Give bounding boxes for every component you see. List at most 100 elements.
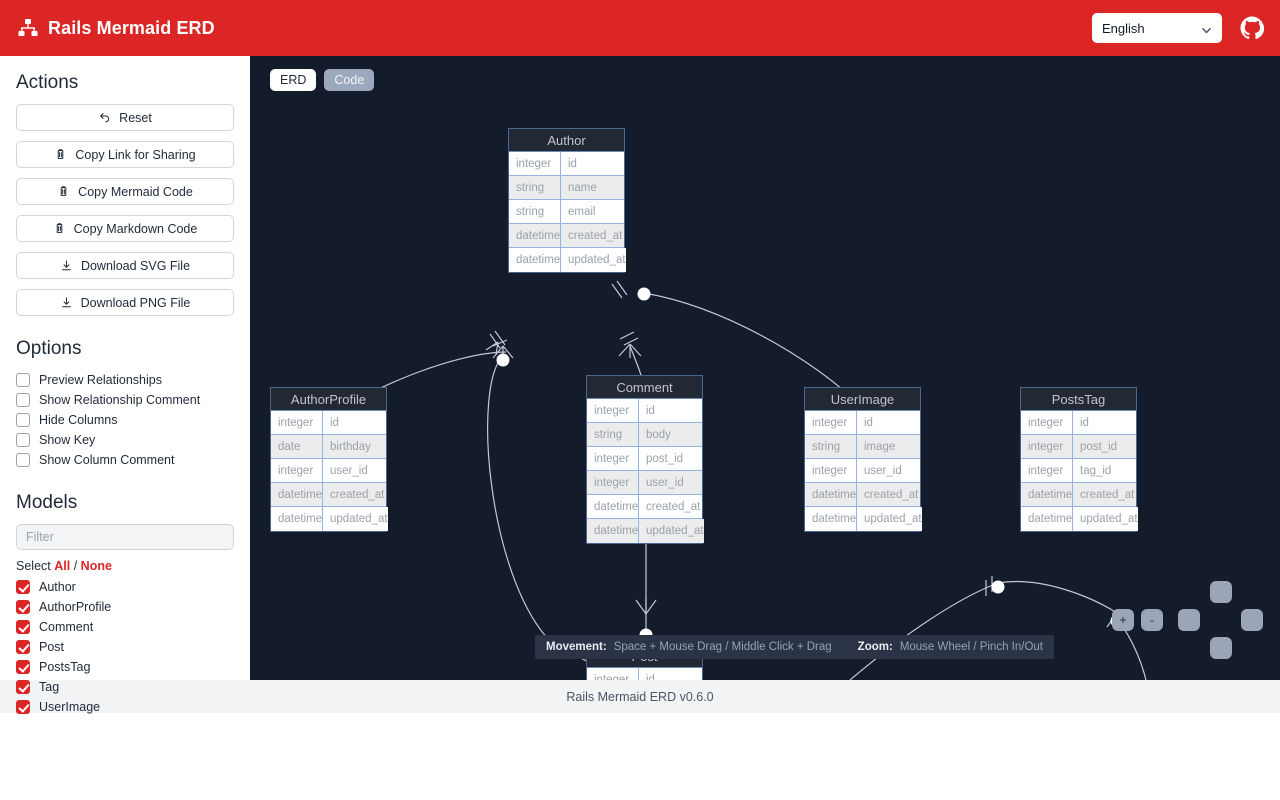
entity-column-row: integer post_id: [587, 447, 702, 471]
column-name: post_id: [639, 447, 702, 471]
model-checkbox[interactable]: [16, 640, 30, 654]
column-type: integer: [271, 411, 323, 435]
column-type: integer: [587, 668, 639, 680]
option-checkbox[interactable]: [16, 393, 30, 407]
entity-title: PostsTag: [1021, 388, 1136, 411]
entity-table-author[interactable]: Author integer id string name string email date…: [508, 128, 626, 273]
model-label: Post: [39, 640, 65, 654]
clipboard-icon: [54, 148, 67, 161]
column-type: string: [509, 176, 561, 200]
select-none-link[interactable]: None: [81, 559, 112, 573]
column-name: body: [639, 423, 702, 447]
column-name: user_id: [639, 471, 702, 495]
column-name: updated_at: [561, 248, 626, 272]
model-checkbox[interactable]: [16, 680, 30, 694]
model-row-tag[interactable]: Tag: [16, 677, 234, 697]
column-name: updated_at: [639, 519, 704, 543]
entity-column-row: datetime updated_at: [587, 519, 704, 543]
entity-column-row: string name: [509, 176, 624, 200]
zoom-in-button[interactable]: +: [1112, 609, 1134, 631]
app-header: Rails Mermaid ERD English: [0, 0, 1280, 56]
download-icon: [60, 296, 73, 309]
select-all-link[interactable]: All: [54, 559, 70, 573]
column-type: string: [587, 423, 639, 447]
model-row-author[interactable]: Author: [16, 577, 234, 597]
model-row-userimage[interactable]: UserImage: [16, 697, 234, 717]
entity-column-row: integer id: [1021, 411, 1136, 435]
option-row-preview-relationships[interactable]: Preview Relationships: [16, 370, 234, 390]
options-list: Preview Relationships Show Relationship C…: [16, 370, 234, 470]
column-type: datetime: [271, 483, 323, 507]
model-filter-input[interactable]: [16, 524, 234, 550]
option-row-show-column-comment[interactable]: Show Column Comment: [16, 450, 234, 470]
select-separator: /: [73, 559, 78, 573]
action-button-download-svg-file[interactable]: Download SVG File: [16, 252, 234, 279]
entity-table-poststag[interactable]: PostsTag integer id integer post_id integer ta…: [1020, 387, 1138, 532]
action-button-download-png-file[interactable]: Download PNG File: [16, 289, 234, 316]
option-row-show-relationship-comment[interactable]: Show Relationship Comment: [16, 390, 234, 410]
column-name: email: [561, 200, 624, 224]
model-row-post[interactable]: Post: [16, 637, 234, 657]
entity-table-authorprofile[interactable]: AuthorProfile integer id date birthday intege…: [270, 387, 388, 532]
column-type: integer: [805, 411, 857, 435]
relationship-lines: [320, 280, 1147, 680]
model-row-authorprofile[interactable]: AuthorProfile: [16, 597, 234, 617]
hint-zoom-value: Mouse Wheel / Pinch In/Out: [899, 641, 1043, 653]
column-name: id: [857, 411, 920, 435]
model-checkbox[interactable]: [16, 580, 30, 594]
select-all-none-row: Select All / None: [16, 559, 234, 573]
tab-code[interactable]: Code: [324, 69, 375, 91]
column-type: integer: [1021, 435, 1073, 459]
model-checkbox[interactable]: [16, 660, 30, 674]
models-section: Models Select All / None Author AuthorPro…: [16, 492, 234, 717]
entity-table-userimage[interactable]: UserImage integer id string image integer user…: [804, 387, 922, 532]
column-type: datetime: [1021, 507, 1073, 531]
column-type: date: [271, 435, 323, 459]
option-checkbox[interactable]: [16, 373, 30, 387]
entity-column-row: integer id: [509, 152, 624, 176]
model-row-poststag[interactable]: PostsTag: [16, 657, 234, 677]
zoom-out-button[interactable]: -: [1141, 609, 1163, 631]
model-label: Author: [39, 580, 76, 594]
tab-erd[interactable]: ERD: [270, 69, 317, 91]
option-label: Preview Relationships: [39, 373, 162, 387]
pan-left-button[interactable]: [1178, 609, 1200, 631]
model-checkbox[interactable]: [16, 700, 30, 714]
action-button-reset[interactable]: Reset: [16, 104, 234, 131]
entity-column-row: integer user_id: [271, 459, 386, 483]
language-select[interactable]: English: [1092, 13, 1222, 43]
actions-heading: Actions: [16, 72, 79, 93]
pan-right-button[interactable]: [1241, 609, 1263, 631]
column-name: tag_id: [1073, 459, 1136, 483]
option-label: Hide Columns: [39, 413, 118, 427]
erd-canvas[interactable]: ERD Code Author integer id string name s…: [250, 56, 1280, 680]
pan-down-button[interactable]: [1210, 637, 1232, 659]
pan-up-button[interactable]: [1210, 581, 1232, 603]
option-checkbox[interactable]: [16, 433, 30, 447]
model-label: Tag: [39, 680, 60, 694]
action-button-copy-mermaid-code[interactable]: Copy Mermaid Code: [16, 178, 234, 205]
option-checkbox[interactable]: [16, 413, 30, 427]
entity-column-row: string email: [509, 200, 624, 224]
model-checkbox[interactable]: [16, 620, 30, 634]
model-label: Comment: [39, 620, 94, 634]
column-name: post_id: [1073, 435, 1136, 459]
action-button-label: Download SVG File: [80, 258, 191, 273]
github-icon[interactable]: [1240, 16, 1265, 40]
entity-title: AuthorProfile: [271, 388, 386, 411]
model-checkbox[interactable]: [16, 600, 30, 614]
column-type: string: [805, 435, 857, 459]
option-checkbox[interactable]: [16, 453, 30, 467]
option-row-hide-columns[interactable]: Hide Columns: [16, 410, 234, 430]
column-type: datetime: [587, 495, 639, 519]
column-name: id: [1073, 411, 1136, 435]
entity-table-comment[interactable]: Comment integer id string body integer post_id…: [586, 375, 704, 544]
action-button-copy-markdown-code[interactable]: Copy Markdown Code: [16, 215, 234, 242]
column-name: updated_at: [323, 507, 388, 531]
action-button-copy-link-for-sharing[interactable]: Copy Link for Sharing: [16, 141, 234, 168]
entity-column-row: string image: [805, 435, 920, 459]
entity-title: Author: [509, 129, 624, 152]
model-row-comment[interactable]: Comment: [16, 617, 234, 637]
option-row-show-key[interactable]: Show Key: [16, 430, 234, 450]
brand: Rails Mermaid ERD: [18, 18, 215, 39]
